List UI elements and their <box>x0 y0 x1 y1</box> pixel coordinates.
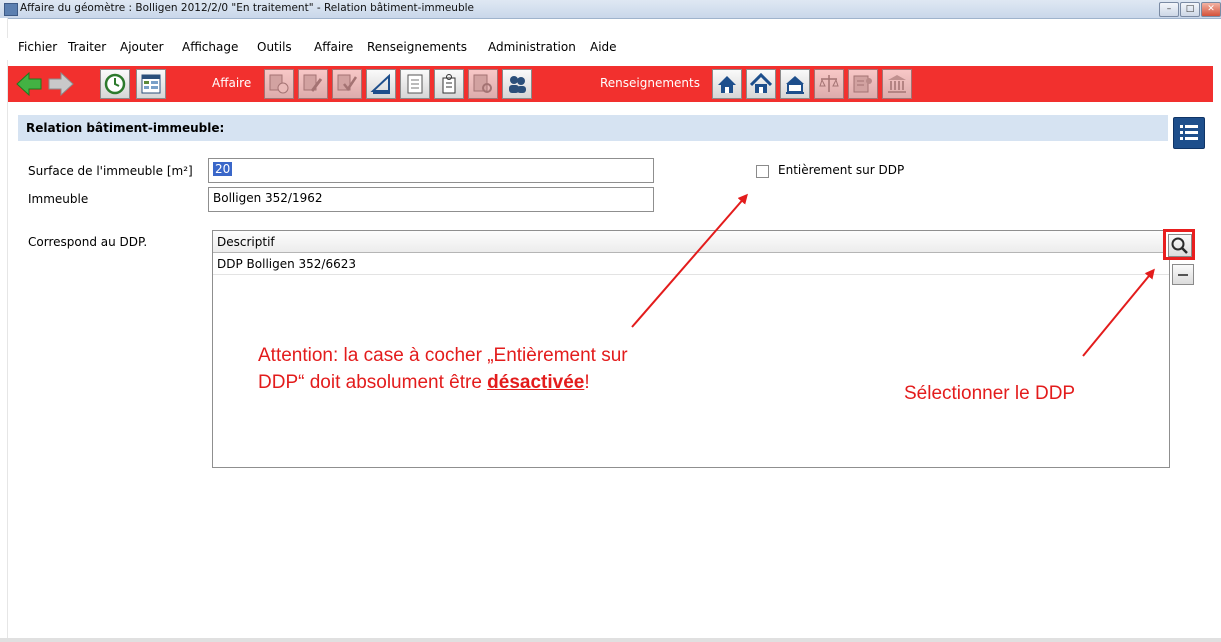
warning-line-1: Attention: la case à cocher „Entièrement… <box>258 345 628 366</box>
select-ddp-annotation: Sélectionner le DDP <box>904 383 1076 404</box>
annotation-arrows <box>631 193 1155 357</box>
warning-emphasis: désactivée <box>487 372 585 393</box>
arrow-to-search <box>1082 268 1155 357</box>
warning-annotation: Attention: la case à cocher „Entièrement… <box>258 342 628 396</box>
window-bottom-border <box>0 638 1221 642</box>
warning-line-2: DDP“ doit absolument être désactivée! <box>258 372 590 393</box>
arrow-to-checkbox <box>631 193 748 328</box>
